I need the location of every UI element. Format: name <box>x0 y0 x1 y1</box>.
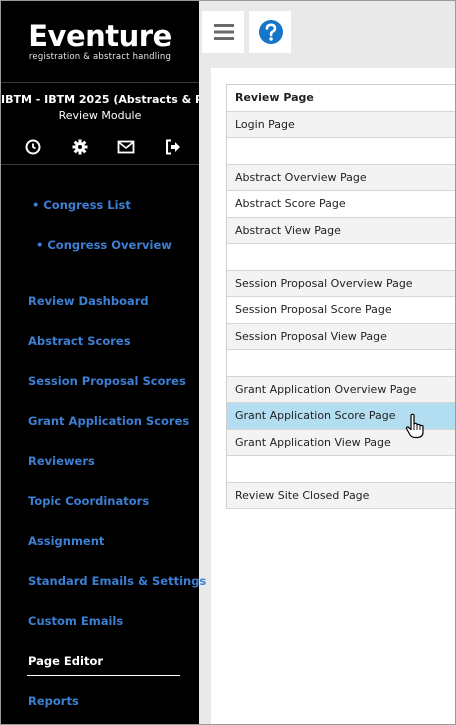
brand-name: Eventure <box>28 19 172 53</box>
nav-reviewers[interactable]: Reviewers <box>28 454 95 468</box>
nav-standard-emails-settings[interactable]: Standard Emails & Settings <box>28 574 206 588</box>
app-window: Eventure registration & abstract handlin… <box>0 0 456 725</box>
table-row[interactable]: Abstract View Page <box>227 217 455 244</box>
page-list-table: Review Page Login Page Abstract Overview… <box>226 84 455 509</box>
nav-page-editor[interactable]: Page Editor <box>28 654 103 668</box>
brand-tagline: registration & abstract handling <box>28 52 172 62</box>
table-row[interactable] <box>227 456 455 483</box>
table-row[interactable]: Review Site Closed Page <box>227 482 455 509</box>
sidebar: Eventure registration & abstract handlin… <box>1 1 206 724</box>
nav-congress-overview[interactable]: • Congress Overview <box>36 238 172 252</box>
help-button[interactable] <box>249 11 291 53</box>
mail-icon[interactable] <box>116 137 136 157</box>
hamburger-icon <box>214 24 234 40</box>
table-row[interactable]: Abstract Overview Page <box>227 164 455 191</box>
nav-review-dashboard[interactable]: Review Dashboard <box>28 294 149 308</box>
clock-icon[interactable] <box>23 137 43 157</box>
nav-assignment[interactable]: Assignment <box>28 534 104 548</box>
table-row[interactable]: Login Page <box>227 111 455 138</box>
top-toolbar <box>199 1 455 58</box>
gear-icon[interactable] <box>70 137 90 157</box>
nav-abstract-scores[interactable]: Abstract Scores <box>28 334 131 348</box>
menu-button[interactable] <box>202 11 244 53</box>
table-row[interactable]: Session Proposal View Page <box>227 323 455 350</box>
table-row[interactable] <box>227 138 455 165</box>
congress-title: IBTM - IBTM 2025 (Abstracts & Par... <box>1 93 199 106</box>
active-nav-underline <box>27 675 180 676</box>
logout-icon[interactable] <box>163 137 183 157</box>
help-icon <box>259 20 283 44</box>
divider <box>1 164 199 165</box>
nav-custom-emails[interactable]: Custom Emails <box>28 614 123 628</box>
table-row[interactable] <box>227 350 455 377</box>
brand-logo: Eventure registration & abstract handlin… <box>1 21 199 62</box>
table-row[interactable]: Session Proposal Score Page <box>227 297 455 324</box>
table-row[interactable]: Grant Application Overview Page <box>227 376 455 403</box>
header-icon-bar <box>23 137 183 157</box>
table-row[interactable]: Abstract Score Page <box>227 191 455 218</box>
divider <box>1 82 199 83</box>
nav-grant-application-scores[interactable]: Grant Application Scores <box>28 414 189 428</box>
table-header: Review Page <box>227 85 455 112</box>
table-row[interactable] <box>227 244 455 271</box>
module-name: Review Module <box>58 109 142 122</box>
table-row[interactable]: Session Proposal Overview Page <box>227 270 455 297</box>
nav-reports[interactable]: Reports <box>28 694 79 708</box>
nav-session-proposal-scores[interactable]: Session Proposal Scores <box>28 374 186 388</box>
hand-cursor-icon <box>405 413 427 443</box>
nav-congress-list[interactable]: • Congress List <box>32 198 131 212</box>
nav-topic-coordinators[interactable]: Topic Coordinators <box>28 494 149 508</box>
